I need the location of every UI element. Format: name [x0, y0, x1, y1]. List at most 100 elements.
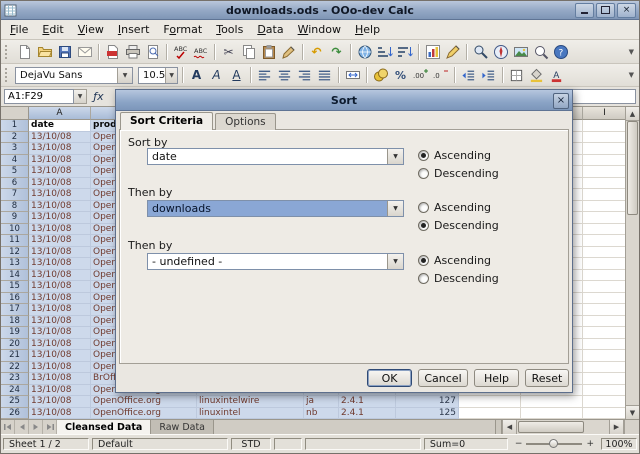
export-pdf-icon[interactable]: [103, 42, 122, 61]
name-box-dropdown-icon[interactable]: ▼: [74, 89, 87, 104]
cell-E25[interactable]: 2.4.1: [339, 396, 396, 408]
cell-A22[interactable]: 13/10/08: [29, 362, 91, 374]
row-header-10[interactable]: 10: [1, 224, 29, 236]
cell-I10[interactable]: [583, 224, 627, 236]
help-icon[interactable]: ?: [551, 42, 570, 61]
row-header-7[interactable]: 7: [1, 189, 29, 201]
cell-A18[interactable]: 13/10/08: [29, 316, 91, 328]
align-left-icon[interactable]: [255, 66, 274, 85]
zoom-track[interactable]: [526, 443, 582, 445]
tab-sort-criteria[interactable]: Sort Criteria: [120, 112, 213, 130]
auto-spellcheck-icon[interactable]: ABC: [191, 42, 210, 61]
cell-D26[interactable]: nb: [304, 408, 339, 420]
row-header-6[interactable]: 6: [1, 178, 29, 190]
cell-I12[interactable]: [583, 247, 627, 259]
cell-C25[interactable]: linuxintelwire: [197, 396, 304, 408]
percent-icon[interactable]: %: [391, 66, 410, 85]
cell-A2[interactable]: 13/10/08: [29, 132, 91, 144]
reset-button[interactable]: Reset: [525, 369, 569, 387]
menu-item-window[interactable]: Window: [291, 21, 348, 38]
cell-F25[interactable]: 127: [396, 396, 459, 408]
cell-I13[interactable]: [583, 258, 627, 270]
cell-I20[interactable]: [583, 339, 627, 351]
row-header-24[interactable]: 24: [1, 385, 29, 397]
menu-item-insert[interactable]: Insert: [111, 21, 157, 38]
cell-A14[interactable]: 13/10/08: [29, 270, 91, 282]
align-center-icon[interactable]: [275, 66, 294, 85]
cell-A24[interactable]: 13/10/08: [29, 385, 91, 397]
gallery-icon[interactable]: [511, 42, 530, 61]
underline-icon[interactable]: A: [227, 66, 246, 85]
zoom-slider[interactable]: − +: [511, 439, 598, 449]
scroll-up-icon[interactable]: ▲: [626, 107, 639, 121]
navigator-icon[interactable]: [491, 42, 510, 61]
row-header-2[interactable]: 2: [1, 132, 29, 144]
copy-icon[interactable]: [239, 42, 258, 61]
cell-I8[interactable]: [583, 201, 627, 213]
cell-I22[interactable]: [583, 362, 627, 374]
sort-descending-icon[interactable]: [395, 42, 414, 61]
increase-indent-icon[interactable]: [479, 66, 498, 85]
ok-button[interactable]: OK: [367, 369, 412, 387]
row-header-25[interactable]: 25: [1, 396, 29, 408]
cell-A21[interactable]: 13/10/08: [29, 350, 91, 362]
show-draw-functions-icon[interactable]: [443, 42, 462, 61]
cell-I25[interactable]: [583, 396, 627, 408]
cell-A23[interactable]: 13/10/08: [29, 373, 91, 385]
cell-I11[interactable]: [583, 235, 627, 247]
zoom-percent[interactable]: 100%: [601, 438, 637, 450]
toolbar-drag-handle[interactable]: [5, 68, 10, 82]
menu-item-data[interactable]: Data: [250, 21, 290, 38]
row-header-12[interactable]: 12: [1, 247, 29, 259]
delete-decimal-icon[interactable]: .0: [431, 66, 450, 85]
last-sheet-icon[interactable]: [43, 420, 57, 434]
toolbar-overflow-icon[interactable]: ▼: [629, 48, 637, 56]
cell-I16[interactable]: [583, 293, 627, 305]
font-size-dropdown-icon[interactable]: ▼: [165, 68, 177, 83]
vertical-scroll-thumb[interactable]: [627, 121, 638, 215]
toolbar-overflow-icon[interactable]: ▼: [629, 71, 637, 79]
cell-I14[interactable]: [583, 270, 627, 282]
format-paintbrush-icon[interactable]: [279, 42, 298, 61]
currency-icon[interactable]: [371, 66, 390, 85]
cell-A3[interactable]: 13/10/08: [29, 143, 91, 155]
cell-A13[interactable]: 13/10/08: [29, 258, 91, 270]
scroll-right-icon[interactable]: ▶: [609, 420, 624, 434]
row-header-14[interactable]: 14: [1, 270, 29, 282]
row-header-5[interactable]: 5: [1, 166, 29, 178]
find-replace-icon[interactable]: [471, 42, 490, 61]
previous-sheet-icon[interactable]: [15, 420, 29, 434]
combo-dropdown-icon[interactable]: ▼: [387, 254, 403, 269]
hyperlink-icon[interactable]: [355, 42, 374, 61]
cell-I5[interactable]: [583, 166, 627, 178]
cell-D25[interactable]: ja: [304, 396, 339, 408]
minimize-button[interactable]: [575, 3, 594, 18]
align-right-icon[interactable]: [295, 66, 314, 85]
then-by-2-ascending-radio[interactable]: Ascending: [418, 253, 491, 267]
cell-I15[interactable]: [583, 281, 627, 293]
sort-by-ascending-radio[interactable]: Ascending: [418, 148, 491, 162]
vertical-scrollbar[interactable]: ▲ ▼: [625, 107, 639, 419]
cell-A4[interactable]: 13/10/08: [29, 155, 91, 167]
cell-I19[interactable]: [583, 327, 627, 339]
menu-item-edit[interactable]: Edit: [35, 21, 70, 38]
horizontal-scrollbar[interactable]: ◀ ▶: [502, 420, 624, 434]
merge-cells-icon[interactable]: [343, 66, 362, 85]
tab-options[interactable]: Options: [215, 113, 276, 130]
then-by-combo-1[interactable]: downloads ▼: [147, 200, 404, 217]
dialog-title-bar[interactable]: Sort: [116, 90, 572, 111]
cell-I18[interactable]: [583, 316, 627, 328]
cell-A7[interactable]: 13/10/08: [29, 189, 91, 201]
row-header-16[interactable]: 16: [1, 293, 29, 305]
cell-I3[interactable]: [583, 143, 627, 155]
cell-I26[interactable]: [583, 408, 627, 420]
maximize-button[interactable]: [596, 3, 615, 18]
page-preview-icon[interactable]: [143, 42, 162, 61]
cell-H25[interactable]: [521, 396, 583, 408]
open-icon[interactable]: [35, 42, 54, 61]
title-bar[interactable]: downloads.ods - OOo-dev Calc ×: [1, 1, 639, 20]
row-header-8[interactable]: 8: [1, 201, 29, 213]
italic-icon[interactable]: A: [207, 66, 226, 85]
function-wizard-icon[interactable]: ƒx: [90, 89, 107, 105]
scroll-down-icon[interactable]: ▼: [626, 405, 639, 419]
